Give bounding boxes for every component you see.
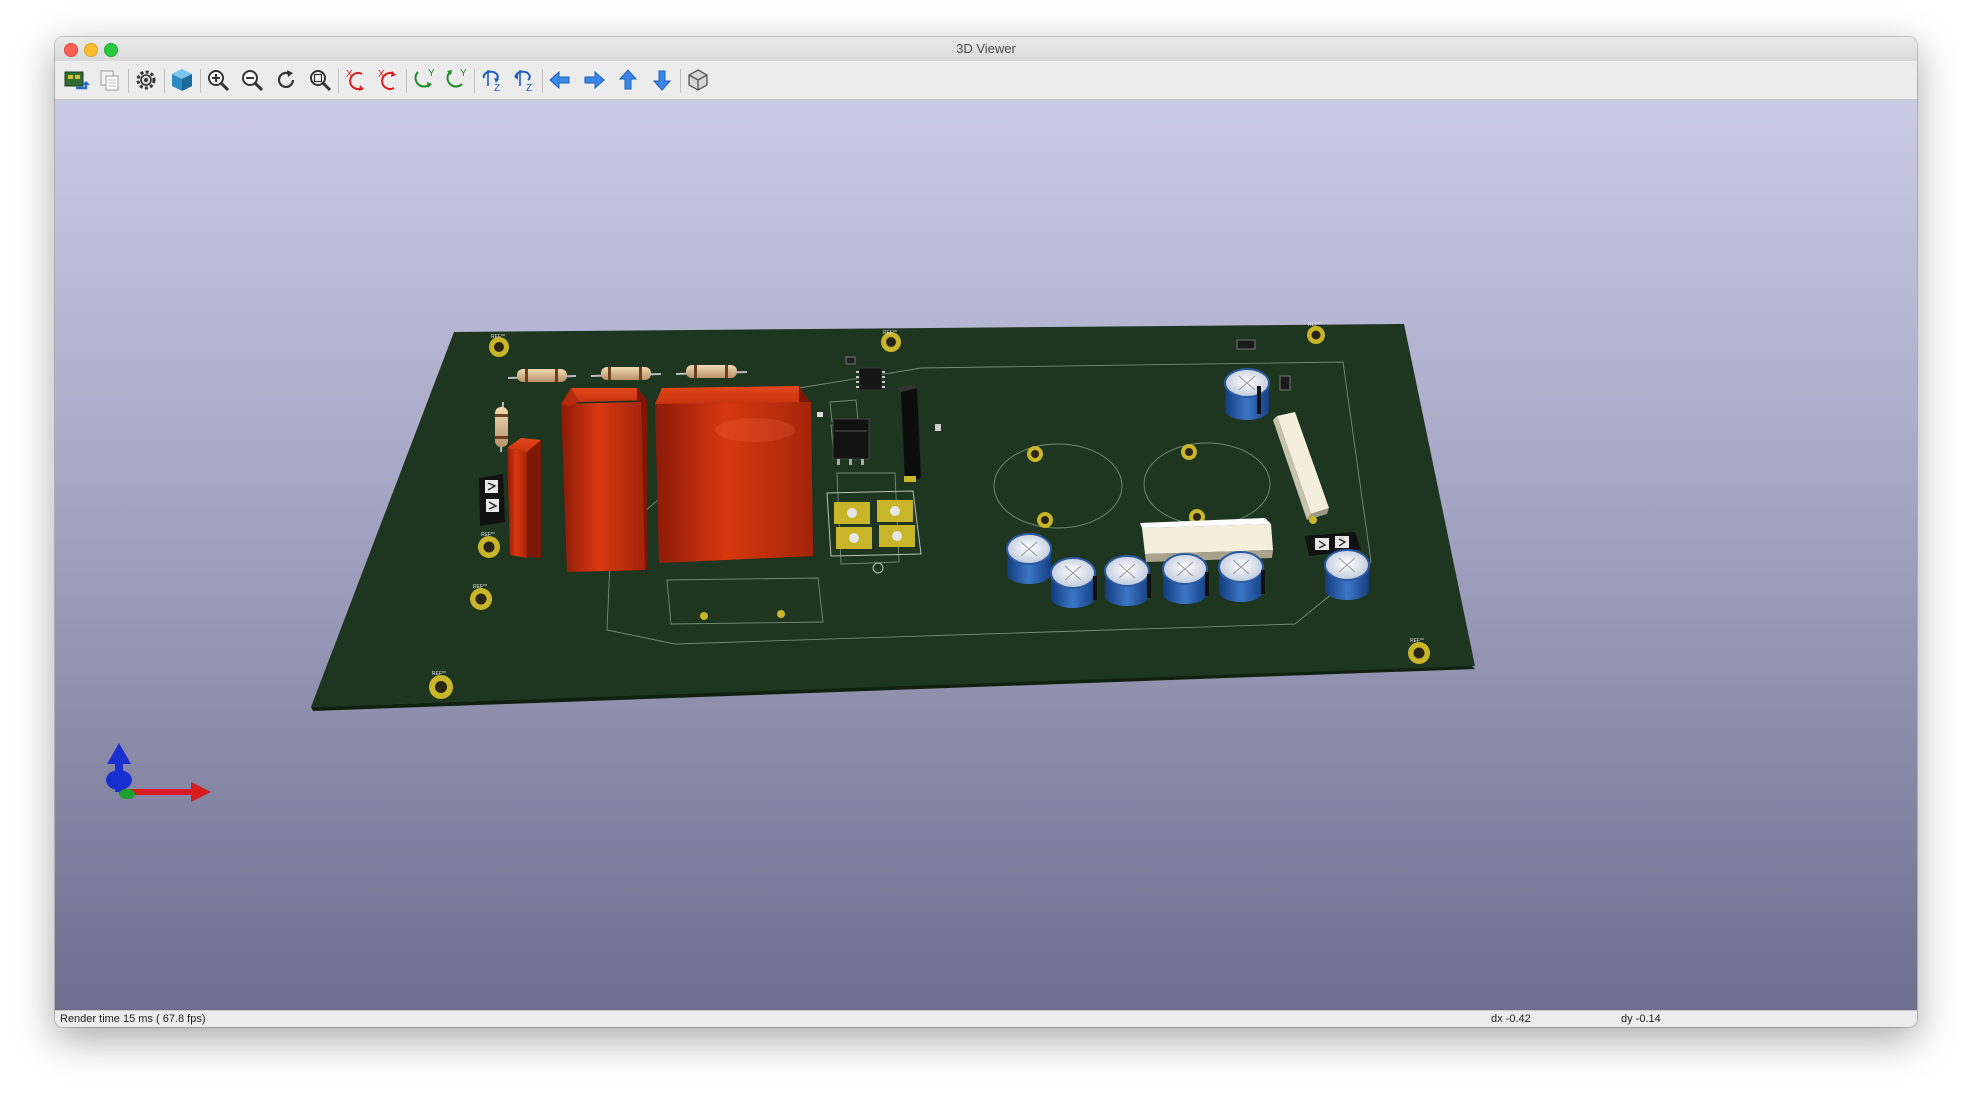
toolbar-separator (542, 69, 543, 93)
window-title: 3D Viewer (956, 41, 1016, 56)
ref-label: REF** (491, 334, 505, 340)
ref-label: REF** (481, 532, 495, 538)
ic-opamp[interactable] (856, 367, 885, 391)
film-capacitor-large[interactable] (655, 386, 813, 563)
pan-left-button[interactable] (546, 66, 574, 94)
toolbar-separator (680, 69, 681, 93)
smd-part (817, 412, 823, 417)
arrow-up-icon (618, 69, 638, 90)
viewer-window: 3D Viewer X X Y Y Z Z REF** REF** REF** … (55, 37, 1917, 1027)
rotate-z-ccw-button[interactable]: Z (510, 66, 538, 94)
preferences-button[interactable] (132, 66, 160, 94)
rotate-y-icon: Y (414, 68, 435, 88)
toolbar: X X Y Y Z Z (55, 61, 1917, 100)
refresh-icon (277, 70, 295, 89)
rotate-y-ccw-button[interactable]: Y (442, 66, 470, 94)
film-capacitor-medium[interactable] (561, 388, 647, 572)
electrolytic-capacitor[interactable] (1218, 551, 1265, 602)
ortho-view-button[interactable] (684, 66, 712, 94)
pcb-scene[interactable]: REF** REF** REF** REF** REF** REF** REF*… (55, 100, 1917, 1010)
zoom-in-icon (208, 70, 230, 92)
mounting-hole (1408, 642, 1430, 664)
smd-part (1279, 375, 1291, 391)
title-bar: 3D Viewer (55, 37, 1917, 62)
electrolytic-capacitor[interactable] (1006, 533, 1052, 584)
ref-label: REF** (1410, 638, 1424, 644)
render-time-text: Render time 15 ms ( 67.8 fps) (60, 1013, 206, 1025)
arrow-down-icon (652, 70, 672, 91)
toolbar-separator (406, 69, 407, 93)
arrow-left-icon (549, 70, 570, 90)
rotate-x-ccw-button[interactable]: X (374, 66, 402, 94)
zoom-fit-button[interactable] (306, 66, 334, 94)
mounting-hole (429, 675, 453, 699)
electrolytic-capacitor[interactable] (1050, 557, 1097, 608)
zoom-out-button[interactable] (238, 66, 266, 94)
zoom-in-button[interactable] (204, 66, 232, 94)
zoom-out-icon (242, 70, 264, 92)
smd-part (845, 356, 856, 365)
zoom-fit-icon (310, 70, 332, 92)
voltage-regulator[interactable] (832, 418, 870, 465)
axis-y-label: Y (460, 68, 467, 79)
dy-readout: dy -0.14 (1621, 1013, 1661, 1025)
mounting-hole (1037, 512, 1053, 528)
toolbar-separator (474, 69, 475, 93)
toolbar-separator (128, 69, 129, 93)
toolbar-separator (164, 69, 165, 93)
mounting-hole (1307, 326, 1325, 344)
ortho-cube-icon (688, 69, 708, 91)
copy-image-button[interactable] (96, 66, 124, 94)
raytracing-button[interactable] (168, 66, 196, 94)
resistor-r4[interactable] (495, 401, 508, 453)
mounting-hole (470, 588, 492, 610)
dx-readout: dx -0.42 (1491, 1013, 1531, 1025)
rotate-x-icon: X (378, 69, 396, 90)
rotate-x-cw-button[interactable]: X (342, 66, 370, 94)
redraw-button[interactable] (272, 66, 300, 94)
terminal-block-left[interactable] (479, 474, 505, 526)
smd-part (1236, 339, 1256, 350)
axis-z-label: Z (526, 83, 532, 94)
ref-label: REF** (432, 671, 446, 677)
pan-down-button[interactable] (648, 66, 676, 94)
3d-viewport[interactable]: REF** REF** REF** REF** REF** REF** REF*… (55, 100, 1917, 1010)
electrolytic-capacitor[interactable] (1104, 555, 1151, 606)
rotate-y-icon: Y (446, 68, 467, 88)
mounting-hole (1181, 444, 1197, 460)
axis-z-label: Z (494, 83, 500, 94)
ref-label: REF** (1308, 322, 1322, 328)
rotate-z-cw-button[interactable]: Z (478, 66, 506, 94)
electrolytic-capacitor[interactable] (1162, 553, 1209, 604)
smd-part (935, 424, 941, 431)
arrow-right-icon (584, 70, 605, 90)
ref-label: REF** (473, 584, 487, 590)
film-capacitor-small[interactable] (507, 438, 541, 558)
rotate-z-icon: Z (514, 70, 532, 94)
ref-label: REF** (883, 330, 897, 336)
electrolytic-capacitor[interactable] (1224, 368, 1270, 420)
toolbar-separator (338, 69, 339, 93)
axis-gizmo (106, 743, 211, 802)
toolbar-separator (200, 69, 201, 93)
axis-y-label: Y (428, 68, 435, 79)
gear-icon (136, 70, 156, 90)
electrolytic-capacitor[interactable] (1324, 549, 1370, 600)
rotate-z-icon: Z (482, 70, 500, 94)
pan-right-button[interactable] (580, 66, 608, 94)
mounting-hole (1027, 446, 1043, 462)
status-bar: Render time 15 ms ( 67.8 fps) dx -0.42 d… (55, 1010, 1917, 1027)
copy-icon (100, 70, 119, 91)
reload-board-icon (64, 71, 90, 90)
rotate-y-cw-button[interactable]: Y (410, 66, 438, 94)
pan-up-button[interactable] (614, 66, 642, 94)
render-cube-icon (172, 69, 192, 91)
rotate-x-icon: X (346, 69, 364, 91)
mounting-hole (489, 337, 509, 357)
reload-board-button[interactable] (62, 66, 90, 94)
mounting-hole (478, 536, 500, 558)
